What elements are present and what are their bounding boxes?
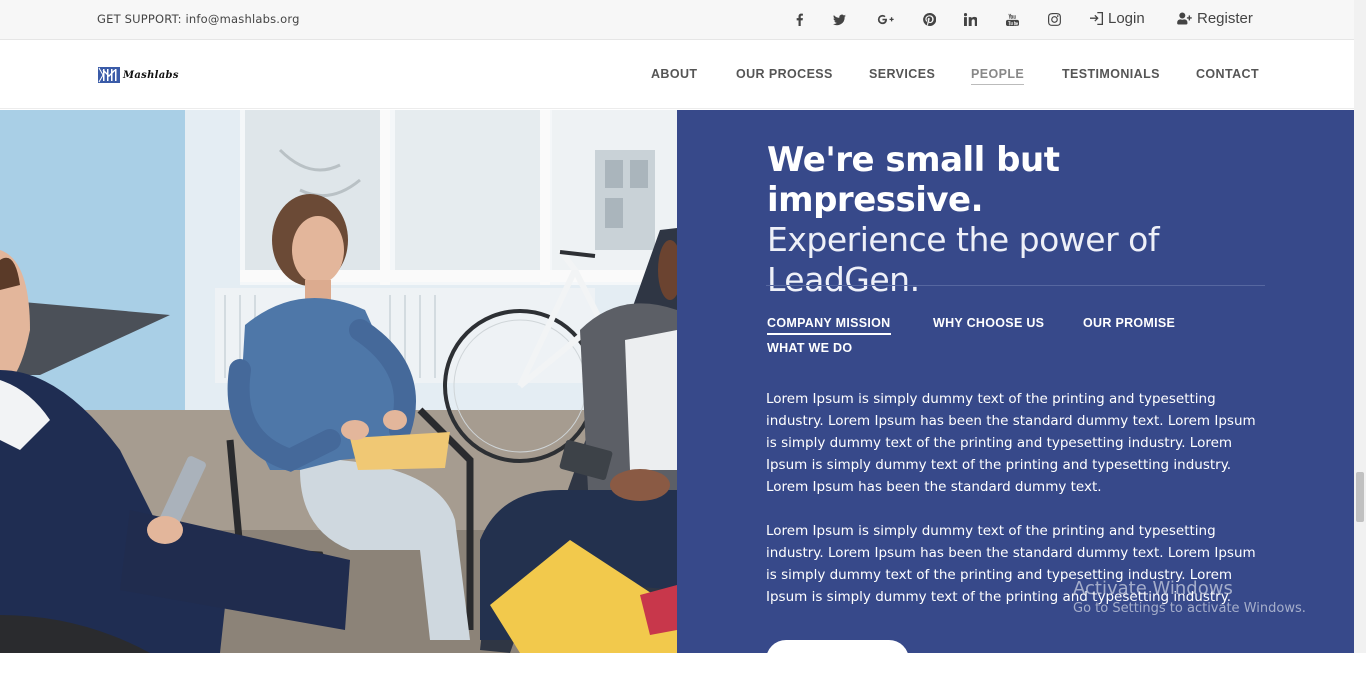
register-link[interactable]: Register: [1177, 10, 1253, 27]
register-label: Register: [1197, 10, 1253, 27]
headline-light-line-1: Experience the power of: [767, 220, 1159, 259]
office-meeting-image: [0, 110, 677, 653]
cta-button[interactable]: [766, 640, 909, 680]
headline-strong: We're small but impressive.: [767, 140, 1060, 220]
mission-paragraph-2: Lorem Ipsum is simply dummy text of the …: [766, 523, 1256, 605]
tab-why-choose-us[interactable]: WHY CHOOSE US: [933, 316, 1044, 333]
google-plus-icon[interactable]: [872, 9, 898, 29]
headline-light-line-2: LeadGen.: [767, 260, 920, 299]
login-link[interactable]: Login: [1090, 10, 1145, 27]
nav-contact[interactable]: CONTACT: [1196, 67, 1259, 84]
hero-headline: We're small but impressive. Experience t…: [767, 140, 1267, 300]
mission-paragraph-1: Lorem Ipsum is simply dummy text of the …: [766, 391, 1256, 495]
tab-what-we-do[interactable]: WHAT WE DO: [767, 341, 852, 358]
youtube-icon[interactable]: [1001, 9, 1023, 29]
page-scrollbar[interactable]: [1354, 0, 1366, 653]
main-navbar: Mashlabs ABOUT OUR PROCESS SERVICES PEOP…: [0, 41, 1354, 109]
nav-about[interactable]: ABOUT: [651, 67, 697, 84]
sign-in-icon: [1090, 12, 1103, 25]
nav-services[interactable]: SERVICES: [869, 67, 935, 84]
tab-our-promise[interactable]: OUR PROMISE: [1083, 316, 1175, 333]
linkedin-icon[interactable]: [959, 9, 981, 29]
mashlabs-logo-icon: [98, 67, 120, 83]
twitter-icon[interactable]: [828, 9, 850, 29]
support-email[interactable]: GET SUPPORT: info@mashlabs.org: [97, 12, 300, 26]
facebook-icon[interactable]: [788, 9, 810, 29]
scrollbar-thumb[interactable]: [1356, 472, 1364, 522]
pinterest-icon[interactable]: [918, 9, 940, 29]
login-label: Login: [1108, 10, 1145, 27]
divider: [766, 285, 1265, 286]
nav-our-process[interactable]: OUR PROCESS: [736, 67, 833, 84]
team-meeting-photo: [0, 110, 677, 653]
nav-testimonials[interactable]: TESTIMONIALS: [1062, 67, 1160, 84]
site-logo[interactable]: Mashlabs: [98, 65, 179, 85]
nav-people[interactable]: PEOPLE: [971, 67, 1025, 85]
logo-text: Mashlabs: [123, 69, 179, 81]
user-plus-icon: [1177, 12, 1192, 25]
tab-company-mission[interactable]: COMPANY MISSION: [767, 316, 891, 335]
top-bar: GET SUPPORT: info@mashlabs.org Login Reg…: [0, 0, 1354, 40]
about-panel: We're small but impressive. Experience t…: [677, 110, 1354, 680]
instagram-icon[interactable]: [1043, 9, 1065, 29]
